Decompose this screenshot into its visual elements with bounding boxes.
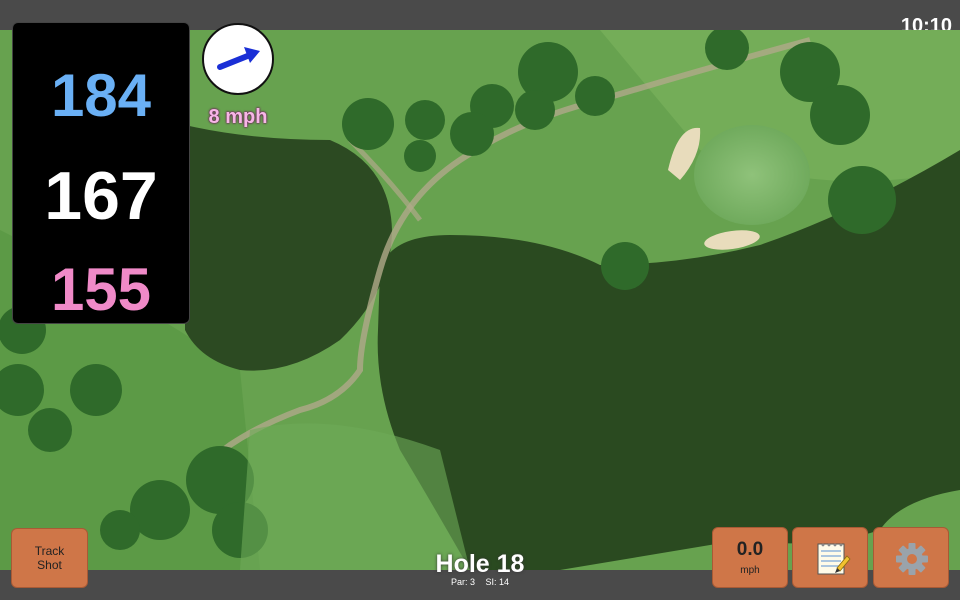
middle-yardage: 167	[44, 158, 158, 234]
hole-info: Par: 3 SI: 14	[380, 577, 580, 588]
settings-button[interactable]	[873, 527, 949, 588]
track-shot-label-line1: Track	[34, 544, 65, 558]
wind-direction-dial	[202, 23, 274, 95]
speed-button[interactable]: 0.0 mph	[712, 527, 788, 588]
track-shot-label-line2: Shot	[37, 558, 62, 572]
yardage-panel: 184 167 155	[12, 22, 190, 324]
track-shot-button[interactable]: Track Shot	[11, 528, 88, 588]
notes-button[interactable]	[792, 527, 868, 588]
hole-par: Par: 3	[450, 577, 475, 587]
wind-arrow-icon	[217, 47, 260, 70]
gear-icon	[896, 543, 928, 575]
speed-unit: mph	[740, 565, 760, 576]
putting-green	[694, 125, 810, 225]
wind-speed: 8 mph	[208, 106, 268, 128]
hole-title: Hole 18	[435, 550, 525, 578]
back-yardage: 184	[50, 62, 152, 129]
front-yardage: 155	[50, 256, 152, 323]
notepad-icon	[817, 543, 851, 575]
speed-value: 0.0	[736, 539, 764, 560]
hole-stroke-index: SI: 14	[485, 577, 510, 587]
